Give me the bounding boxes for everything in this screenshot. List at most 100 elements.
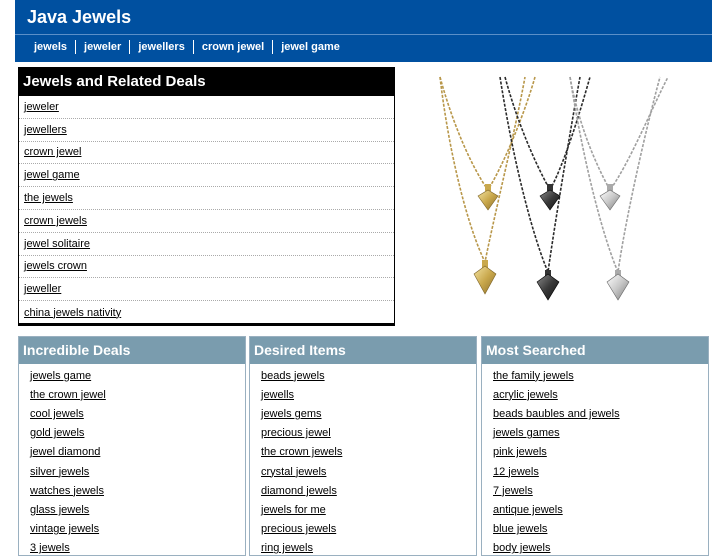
header-divider: [15, 34, 712, 35]
incredible-deal-link[interactable]: jewels game: [30, 370, 91, 382]
related-deals-list: jeweler jewellers crown jewel jewel game…: [19, 96, 394, 324]
desired-item-link[interactable]: jewels for me: [261, 504, 326, 516]
incredible-deals-column: Incredible Deals jewels game the crown j…: [18, 336, 246, 556]
nav-link-jewels[interactable]: jewels: [27, 40, 75, 54]
desired-item-link[interactable]: precious jewels: [261, 523, 336, 535]
incredible-deal-link[interactable]: gold jewels: [30, 427, 84, 439]
deal-link[interactable]: jeweller: [24, 283, 61, 295]
desired-item-link[interactable]: jewells: [261, 389, 294, 401]
deal-link[interactable]: jewel solitaire: [24, 238, 90, 250]
most-searched-link[interactable]: blue jewels: [493, 523, 547, 535]
list-item: jewels crown: [19, 256, 394, 279]
desired-item-link[interactable]: ring jewels: [261, 542, 313, 554]
desired-item-link[interactable]: beads jewels: [261, 370, 325, 382]
nav-link-crown-jewel[interactable]: crown jewel: [192, 40, 272, 54]
list-item: glass jewels: [19, 500, 245, 519]
desired-item-link[interactable]: precious jewel: [261, 427, 331, 439]
deal-link[interactable]: jewels crown: [24, 260, 87, 272]
top-nav: jewels jeweler jewellers crown jewel jew…: [27, 39, 348, 55]
most-searched-link[interactable]: body jewels: [493, 542, 550, 554]
list-item: 7 jewels: [482, 481, 708, 500]
list-item: china jewels nativity: [19, 301, 394, 324]
incredible-deal-link[interactable]: the crown jewel: [30, 389, 106, 401]
desired-item-link[interactable]: jewels gems: [261, 408, 322, 420]
list-item: crown jewel: [19, 142, 394, 165]
list-item: 12 jewels: [482, 462, 708, 481]
most-searched-column: Most Searched the family jewels acrylic …: [481, 336, 709, 556]
list-item: jewel solitaire: [19, 233, 394, 256]
deal-link[interactable]: china jewels nativity: [24, 307, 121, 319]
related-deals-title: Jewels and Related Deals: [19, 68, 394, 96]
list-item: jewel game: [19, 164, 394, 188]
incredible-deals-title: Incredible Deals: [19, 337, 245, 364]
list-item: silver jewels: [19, 462, 245, 481]
incredible-deal-link[interactable]: 3 jewels: [30, 542, 70, 554]
most-searched-link[interactable]: pink jewels: [493, 446, 547, 458]
site-header: Java Jewels jewels jeweler jewellers cro…: [15, 0, 712, 62]
list-item: pink jewels: [482, 443, 708, 462]
nav-link-jewel-game[interactable]: jewel game: [272, 40, 348, 54]
desired-item-link[interactable]: the crown jewels: [261, 446, 342, 458]
nav-link-jewellers[interactable]: jewellers: [129, 40, 192, 54]
desired-items-list: beads jewels jewells jewels gems preciou…: [250, 364, 476, 558]
desired-item-link[interactable]: crystal jewels: [261, 466, 326, 478]
most-searched-link[interactable]: 7 jewels: [493, 485, 533, 497]
list-item: jeweller: [19, 278, 394, 302]
incredible-deal-link[interactable]: glass jewels: [30, 504, 89, 516]
list-item: crown jewels: [19, 210, 394, 233]
most-searched-link[interactable]: antique jewels: [493, 504, 563, 516]
most-searched-link[interactable]: 12 jewels: [493, 466, 539, 478]
nav-link-jeweler[interactable]: jeweler: [75, 40, 129, 54]
list-item: jewels game: [19, 366, 245, 385]
incredible-deal-link[interactable]: watches jewels: [30, 485, 104, 497]
list-item: jewel diamond: [19, 443, 245, 462]
most-searched-list: the family jewels acrylic jewels beads b…: [482, 364, 708, 558]
most-searched-link[interactable]: beads baubles and jewels: [493, 408, 620, 420]
desired-item-link[interactable]: diamond jewels: [261, 485, 337, 497]
list-item: jewels gems: [250, 404, 476, 423]
list-item: jeweler: [19, 96, 394, 119]
list-item: jewells: [250, 385, 476, 404]
list-item: crystal jewels: [250, 462, 476, 481]
incredible-deal-link[interactable]: jewel diamond: [30, 446, 100, 458]
related-deals-box: Jewels and Related Deals jeweler jewelle…: [18, 67, 395, 326]
list-item: 3 jewels: [19, 539, 245, 558]
list-item: precious jewel: [250, 424, 476, 443]
incredible-deal-link[interactable]: vintage jewels: [30, 523, 99, 535]
list-item: the crown jewels: [250, 443, 476, 462]
list-item: precious jewels: [250, 520, 476, 539]
list-item: the family jewels: [482, 366, 708, 385]
incredible-deals-list: jewels game the crown jewel cool jewels …: [19, 364, 245, 558]
most-searched-title: Most Searched: [482, 337, 708, 364]
list-item: jewels games: [482, 424, 708, 443]
list-item: the jewels: [19, 187, 394, 210]
list-item: jewels for me: [250, 500, 476, 519]
desired-items-column: Desired Items beads jewels jewells jewel…: [249, 336, 477, 556]
list-item: vintage jewels: [19, 520, 245, 539]
deal-link[interactable]: jewellers: [24, 124, 67, 136]
desired-items-title: Desired Items: [250, 337, 476, 364]
list-item: beads baubles and jewels: [482, 404, 708, 423]
necklace-pendants-photo: [439, 76, 669, 301]
deal-link[interactable]: jewel game: [24, 169, 80, 181]
deal-link[interactable]: the jewels: [24, 192, 73, 204]
deal-link[interactable]: crown jewel: [24, 146, 81, 158]
incredible-deal-link[interactable]: cool jewels: [30, 408, 84, 420]
most-searched-link[interactable]: the family jewels: [493, 370, 574, 382]
list-item: cool jewels: [19, 404, 245, 423]
list-item: jewellers: [19, 119, 394, 142]
list-item: body jewels: [482, 539, 708, 558]
list-item: antique jewels: [482, 500, 708, 519]
incredible-deal-link[interactable]: silver jewels: [30, 466, 89, 478]
site-title[interactable]: Java Jewels: [27, 7, 131, 28]
most-searched-link[interactable]: acrylic jewels: [493, 389, 558, 401]
list-item: beads jewels: [250, 366, 476, 385]
list-item: blue jewels: [482, 520, 708, 539]
list-item: acrylic jewels: [482, 385, 708, 404]
deal-link[interactable]: crown jewels: [24, 215, 87, 227]
list-item: watches jewels: [19, 481, 245, 500]
list-item: ring jewels: [250, 539, 476, 558]
deal-link[interactable]: jeweler: [24, 101, 59, 113]
most-searched-link[interactable]: jewels games: [493, 427, 560, 439]
list-item: gold jewels: [19, 424, 245, 443]
